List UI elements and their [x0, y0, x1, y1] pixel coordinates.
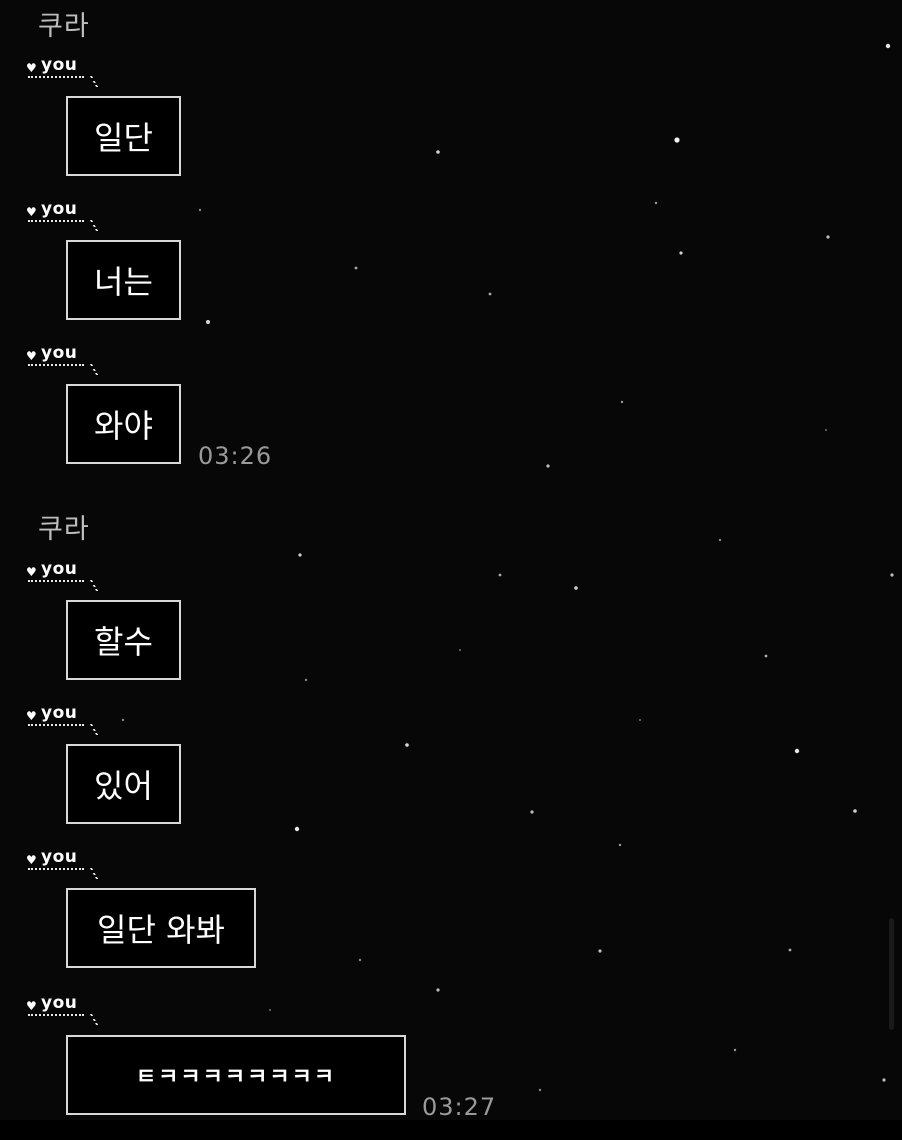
heart-icon: ♥: [26, 565, 37, 579]
chat-screen: 쿠라 ♥ you 일단 ♥ you 너는 ♥ you 와야 03:26 쿠라 ♥…: [0, 0, 902, 1140]
heart-icon: ♥: [26, 709, 37, 723]
message-bubble[interactable]: 너는: [66, 240, 181, 320]
you-label: you: [41, 703, 78, 723]
message-timestamp: 03:26: [198, 442, 273, 470]
scrollbar[interactable]: [889, 918, 894, 1030]
heart-icon: ♥: [26, 205, 37, 219]
message-timestamp: 03:27: [422, 1093, 497, 1121]
you-label: you: [41, 993, 78, 1013]
you-label: you: [41, 199, 78, 219]
you-tag: ♥ you: [26, 343, 99, 378]
you-label: you: [41, 847, 78, 867]
you-label: you: [41, 559, 78, 579]
sender-name: 쿠라: [38, 11, 90, 42]
message-bubble[interactable]: 있어: [66, 744, 181, 824]
message-bubble[interactable]: 일단: [66, 96, 181, 176]
heart-icon: ♥: [26, 61, 37, 75]
sender-name: 쿠라: [38, 514, 90, 545]
you-tag: ♥ you: [26, 703, 99, 738]
you-tag: ♥ you: [26, 993, 99, 1028]
heart-icon: ♥: [26, 999, 37, 1013]
you-label: you: [41, 55, 78, 75]
you-label: you: [41, 343, 78, 363]
heart-icon: ♥: [26, 853, 37, 867]
you-tag: ♥ you: [26, 847, 99, 882]
you-tag: ♥ you: [26, 55, 99, 90]
bottom-edge: [0, 1120, 902, 1140]
heart-icon: ♥: [26, 349, 37, 363]
you-tag: ♥ you: [26, 199, 99, 234]
message-bubble[interactable]: ㅌㅋㅋㅋㅋㅋㅋㅋㅋ: [66, 1035, 406, 1115]
you-tag: ♥ you: [26, 559, 99, 594]
message-bubble[interactable]: 와야: [66, 384, 181, 464]
message-bubble[interactable]: 할수: [66, 600, 181, 680]
message-bubble[interactable]: 일단 와봐: [66, 888, 256, 968]
